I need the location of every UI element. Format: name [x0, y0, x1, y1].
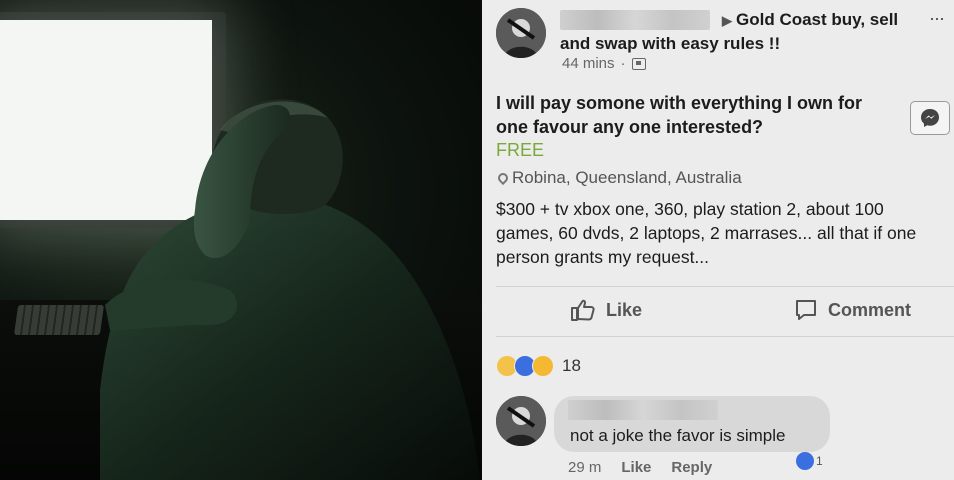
thumbs-up-icon [571, 299, 595, 321]
comment-reply-button[interactable]: Reply [671, 459, 712, 476]
comment-meta: 29 m Like Reply [568, 459, 712, 476]
reaction-count: 18 [562, 356, 581, 375]
like-button[interactable]: Like [570, 298, 642, 322]
poster-avatar[interactable] [496, 8, 546, 58]
post-time[interactable]: 44 mins [562, 55, 615, 72]
like-reaction-icon [796, 452, 814, 470]
post-meta: 44 mins · [562, 55, 646, 72]
location-text: Robina, Queensland, Australia [512, 168, 742, 187]
redacted-commenter-name [568, 400, 718, 420]
photo-man-at-computer [0, 0, 482, 480]
haha-reaction-icon [532, 355, 554, 377]
group-arrow-icon: ▶ [722, 13, 732, 28]
comment-bubble-icon [796, 300, 816, 320]
listing-title: I will pay somone with everything I own … [496, 93, 863, 137]
comment-like-count[interactable]: 1 [796, 452, 823, 470]
comment-button[interactable]: Comment [794, 298, 911, 322]
avatar-image [496, 8, 546, 58]
commenter-avatar[interactable] [496, 396, 546, 446]
location-pin-icon [495, 170, 511, 186]
more-options-icon[interactable]: ··· [929, 8, 945, 29]
listing-description: $300 + tv xbox one, 360, play station 2,… [496, 197, 954, 269]
collage: ▶ Gold Coast buy, sell and swap with easy… [0, 0, 954, 480]
facebook-post: ▶ Gold Coast buy, sell and swap with easy… [482, 0, 954, 480]
group-privacy-icon [631, 57, 646, 70]
description-line: $300 + tv xbox one, 360, play station 2,… [496, 199, 884, 219]
messenger-icon [921, 109, 939, 127]
divider [496, 286, 954, 287]
description-line: games, 60 dvds, 2 laptops, 2 marrases...… [496, 223, 917, 243]
listing-price: FREE [496, 140, 545, 160]
listing-location: Robina, Queensland, Australia [495, 168, 742, 188]
comment-like-number: 1 [816, 454, 823, 468]
description-line: person grants my request... [496, 247, 710, 267]
divider [496, 336, 954, 337]
like-label: Like [606, 299, 643, 320]
messenger-button[interactable] [910, 101, 950, 135]
post-header: ▶ Gold Coast buy, sell and swap with easy… [560, 8, 920, 55]
comment-time[interactable]: 29 m [568, 459, 601, 476]
reaction-summary[interactable]: 18 [496, 355, 581, 377]
avatar-image [496, 396, 546, 446]
keyboard [13, 305, 105, 335]
comment-like-button[interactable]: Like [621, 459, 651, 476]
comment-text: not a joke the favor is simple [570, 426, 786, 445]
comment-label: Comment [828, 299, 912, 320]
meta-separator: · [620, 55, 626, 72]
person-silhouette [100, 99, 480, 480]
